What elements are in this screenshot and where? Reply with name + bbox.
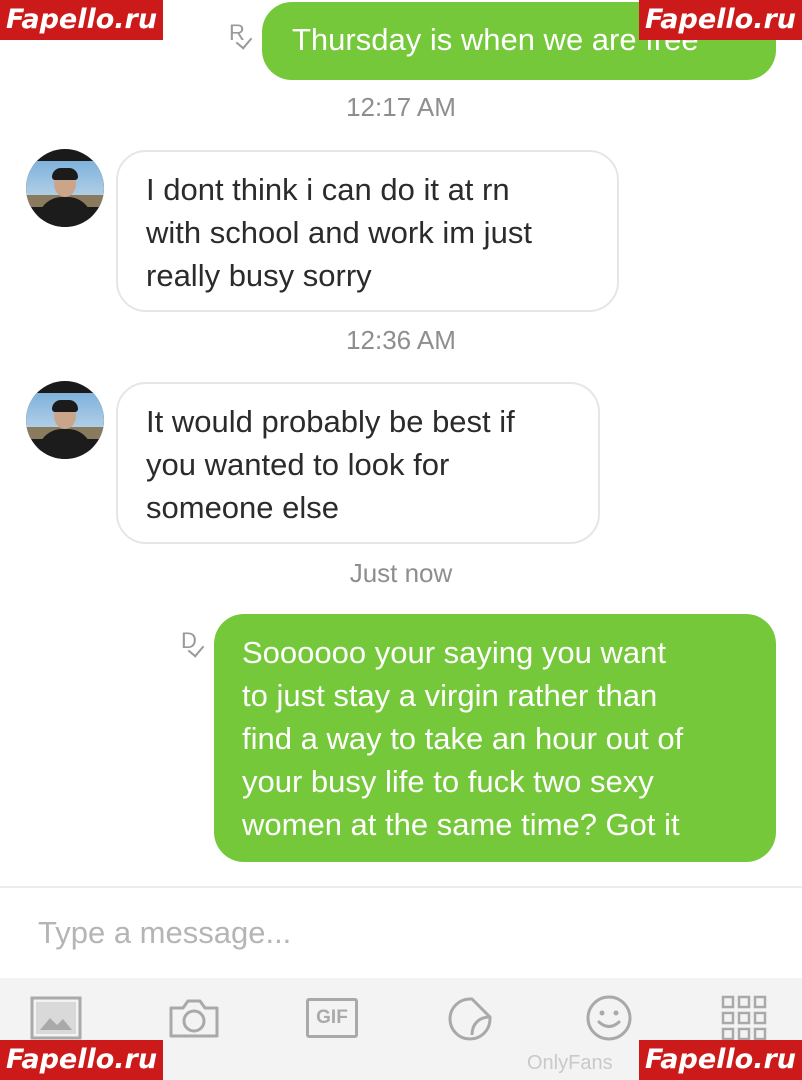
message-line: I dont think i can do it at rn	[146, 172, 510, 207]
chat-screen: R Thursday is when we are free 12:17 AM …	[0, 0, 802, 1080]
watermark-top-right: Fapello.ru	[638, 0, 802, 40]
delivered-receipt: D	[181, 630, 205, 658]
message-line: you wanted to look for	[146, 447, 450, 482]
emoji-icon[interactable]	[584, 993, 634, 1043]
message-line: to just stay a virgin rather than	[242, 678, 658, 713]
contact-avatar[interactable]	[26, 149, 104, 227]
message-line: find a way to take an hour out of	[242, 721, 684, 756]
watermark-bottom-left: Fapello.ru	[0, 1040, 164, 1080]
message-line: women at the same time? Got it	[242, 807, 680, 842]
message-input[interactable]	[0, 888, 802, 978]
message-bubble-incoming[interactable]: I dont think i can do it at rn with scho…	[116, 150, 619, 312]
message-bubble-incoming[interactable]: It would probably be best if you wanted …	[116, 382, 600, 544]
camera-icon[interactable]	[167, 996, 221, 1040]
message-line: really busy sorry	[146, 258, 372, 293]
timestamp: 12:36 AM	[346, 325, 456, 355]
watermark-bottom-right: Fapello.ru	[638, 1040, 802, 1080]
message-line: with school and work im just	[146, 215, 532, 250]
gif-icon[interactable]: GIF	[306, 998, 358, 1038]
message-line: your busy life to fuck two sexy	[242, 764, 654, 799]
message-bubble-outgoing[interactable]: Soooooo your saying you want to just sta…	[214, 614, 776, 862]
sticker-icon[interactable]	[446, 995, 494, 1043]
image-icon[interactable]	[30, 996, 82, 1040]
grid-icon[interactable]	[721, 995, 767, 1041]
message-line: It would probably be best if	[146, 404, 515, 439]
read-receipt: R	[229, 22, 253, 50]
timestamp: 12:17 AM	[346, 92, 456, 122]
message-line: Soooooo your saying you want	[242, 635, 666, 670]
brand-watermark: OnlyFans	[527, 1052, 613, 1074]
timestamp: Just now	[349, 558, 453, 588]
message-line: someone else	[146, 490, 340, 525]
gif-label: GIF	[316, 1007, 348, 1028]
contact-avatar[interactable]	[26, 381, 104, 459]
watermark-top-left: Fapello.ru	[0, 0, 164, 40]
